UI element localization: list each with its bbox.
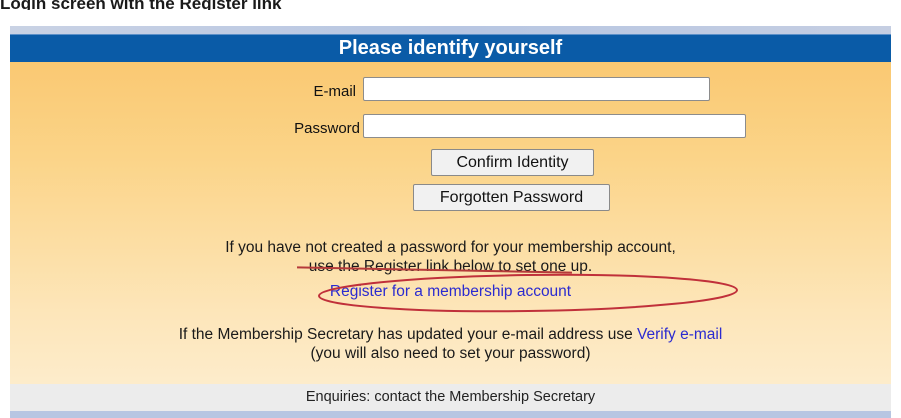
footer-bar: Enquiries: contact the Membership Secret… — [10, 384, 891, 411]
login-panel: Please identify yourself E-mail Password… — [10, 34, 891, 384]
password-label: Password — [294, 120, 360, 137]
page-caption: Login screen with the Register link — [0, 0, 282, 10]
bottom-decorative-strip — [10, 411, 891, 418]
verify-email-link[interactable]: Verify e-mail — [637, 326, 722, 343]
info-line-1: If you have not created a password for y… — [225, 239, 676, 256]
verify-line: If the Membership Secretary has updated … — [10, 326, 891, 344]
verify-text: If the Membership Secretary has updated … — [178, 326, 638, 343]
email-field[interactable] — [363, 77, 710, 101]
confirm-identity-button[interactable]: Confirm Identity — [431, 149, 594, 176]
email-label: E-mail — [313, 83, 356, 100]
panel-title: Please identify yourself — [10, 34, 891, 62]
footer-text: Enquiries: contact the Membership Secret… — [305, 389, 596, 405]
verify-note: (you will also need to set your password… — [310, 345, 591, 362]
password-field[interactable] — [363, 114, 746, 138]
highlight-oval — [318, 273, 738, 313]
forgotten-password-button[interactable]: Forgotten Password — [413, 184, 610, 211]
